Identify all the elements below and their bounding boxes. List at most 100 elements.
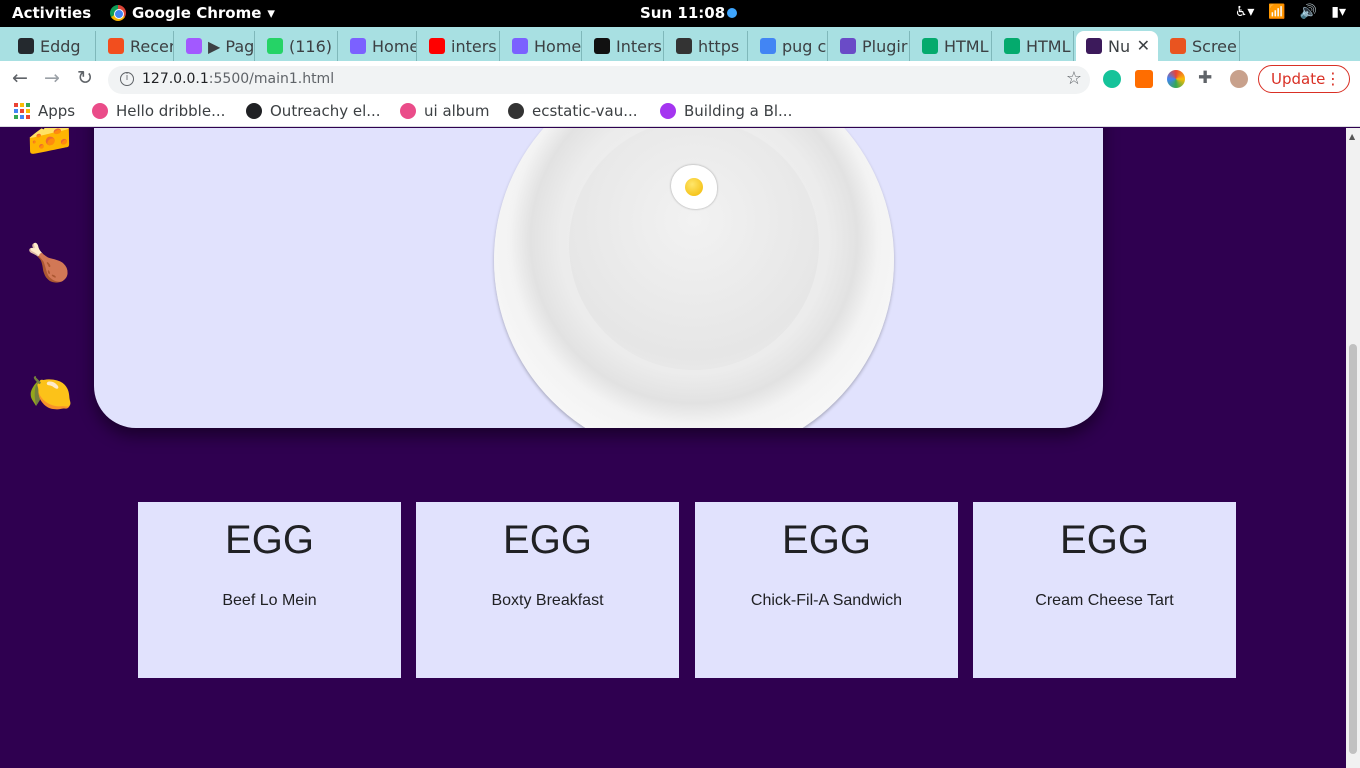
browser-tab[interactable]: pug c [750,31,828,61]
dribbble-icon [400,103,416,119]
w3-icon [1004,38,1020,54]
food-card[interactable]: EGG Cream Cheese Tart [973,502,1236,678]
bookmark-item[interactable]: ecstatic-vau... [508,102,638,120]
browser-tab[interactable]: inters [419,31,500,61]
figma-icon [108,38,124,54]
system-tray[interactable]: ♿▾ 📶 🔊 ▮▾ [1235,4,1346,20]
card-name: Chick-Fil-A Sandwich [750,592,903,609]
volume-icon[interactable]: 🔊 [1300,4,1317,20]
tab-label: ▶ Pag [208,36,255,56]
more-menu-icon[interactable]: ⋮ [1325,69,1341,88]
hw-icon [676,38,692,54]
chicken-leg-icon[interactable]: 🍗 [26,242,71,284]
clock-text: Sun 11:08 [640,4,726,22]
egg-yolk [685,178,703,196]
tab-label: Inters [616,36,662,56]
update-label: Update [1271,70,1326,88]
color-picker-extension-icon[interactable] [1167,70,1185,88]
browser-tab[interactable]: Home [340,31,417,61]
forward-button[interactable]: → [44,67,60,89]
plugin-icon [840,38,856,54]
page-viewport: 🧀 🍗 🍋 EGG Beef Lo Mein EGG Boxty Breakfa… [0,128,1346,768]
address-bar[interactable]: i 127.0.0.1:5500/main1.html ☆ [108,66,1090,94]
url-text[interactable]: 127.0.0.1:5500/main1.html [142,71,334,87]
notification-dot-icon [727,8,738,18]
food-card[interactable]: EGG Boxty Breakfast [416,502,679,678]
arrow-icon [512,38,528,54]
clock[interactable]: Sun 11:08 [640,4,738,22]
tab-label: (116) [289,36,333,56]
food-card[interactable]: EGG Chick-Fil-A Sandwich [695,502,958,678]
url-host: 127.0.0.1 [142,71,209,87]
browser-tab[interactable]: HTML [994,31,1074,61]
bookmark-item[interactable]: Hello dribble... [92,102,225,120]
site-info-icon[interactable]: i [120,72,134,86]
lemon-icon[interactable]: 🍋 [28,372,73,414]
globe-icon [246,103,262,119]
battery-icon[interactable]: ▮▾ [1331,4,1346,20]
reload-button[interactable]: ↻ [77,67,93,89]
url-path: :5500/main1.html [208,71,335,87]
scrollbar-thumb[interactable] [1349,344,1357,754]
update-button[interactable]: Update ⋮ [1258,65,1350,93]
bookmark-item[interactable]: ui album [400,102,489,120]
browser-toolbar: ← → ↻ i 127.0.0.1:5500/main1.html ☆ ✚ Up… [0,61,1360,97]
tab-label: HTML [1026,36,1071,56]
extension-lock-icon[interactable] [1135,70,1153,88]
fried-egg-icon [671,165,717,209]
tab-label: Nu [1108,36,1131,56]
tab-label: Scree [1192,36,1237,56]
card-title: EGG [1060,518,1149,562]
browser-tab[interactable]: Inters [584,31,664,61]
card-title: EGG [225,518,314,562]
tab-label: inters [451,36,497,56]
bookmark-label: ecstatic-vau... [532,102,638,120]
browser-tab[interactable]: Nu ✕ [1076,31,1158,61]
grammarly-icon[interactable] [1103,70,1121,88]
plate-image [494,128,894,428]
w3-icon [922,38,938,54]
browser-tab[interactable]: ▶ Pag [176,31,255,61]
food-card[interactable]: EGG Beef Lo Mein [138,502,401,678]
tab-label: Plugir [862,36,908,56]
bookmark-item[interactable]: Building a Bl... [660,102,792,120]
bookmark-star-icon[interactable]: ☆ [1066,68,1082,89]
browser-tab[interactable]: https [666,31,748,61]
vertical-scrollbar[interactable]: ▲ [1346,128,1360,768]
back-button[interactable]: ← [12,67,28,89]
close-tab-icon[interactable]: ✕ [1137,36,1150,55]
activities-button[interactable]: Activities [12,4,91,22]
bookmark-item[interactable]: Outreachy el... [246,102,381,120]
browser-tab[interactable]: Plugir [830,31,910,61]
tab-strip: Eddg Recer ▶ Pag (116) Home inters Home Inters h… [0,27,1360,83]
google-icon [760,38,776,54]
codesandbox-icon [508,103,524,119]
card-name: Boxty Breakfast [491,592,604,609]
app-menu[interactable]: Google Chrome ▾ [110,4,275,22]
youtube-icon [429,38,445,54]
figma-icon [186,38,202,54]
browser-tab[interactable]: HTML [912,31,992,61]
bookmark-label: Apps [38,102,76,120]
card-name: Beef Lo Mein [222,592,317,609]
chevron-down-icon: ▾ [267,4,275,22]
bookmark-label: ui album [424,102,490,120]
browser-tab[interactable]: Eddg [8,31,96,61]
card-title: EGG [503,518,592,562]
nu-icon [1086,38,1102,54]
browser-tab[interactable]: Home [502,31,582,61]
tab-label: Eddg [40,36,81,56]
tab-label: Recer [130,36,174,56]
tab-label: HTML [944,36,989,56]
scroll-up-arrow-icon[interactable]: ▲ [1349,132,1355,141]
wifi-icon[interactable]: 📶 [1268,4,1285,20]
profile-avatar[interactable] [1230,70,1248,88]
browser-tab[interactable]: Recer [98,31,174,61]
app-name: Google Chrome [132,4,262,22]
extensions-puzzle-icon[interactable]: ✚ [1198,68,1212,88]
browser-tab[interactable]: (116) [257,31,338,61]
accessibility-icon[interactable]: ♿▾ [1235,4,1255,20]
cheese-icon[interactable]: 🧀 [27,128,72,158]
browser-tab[interactable]: Scree [1160,31,1240,61]
bookmark-item[interactable]: Apps [14,102,75,120]
